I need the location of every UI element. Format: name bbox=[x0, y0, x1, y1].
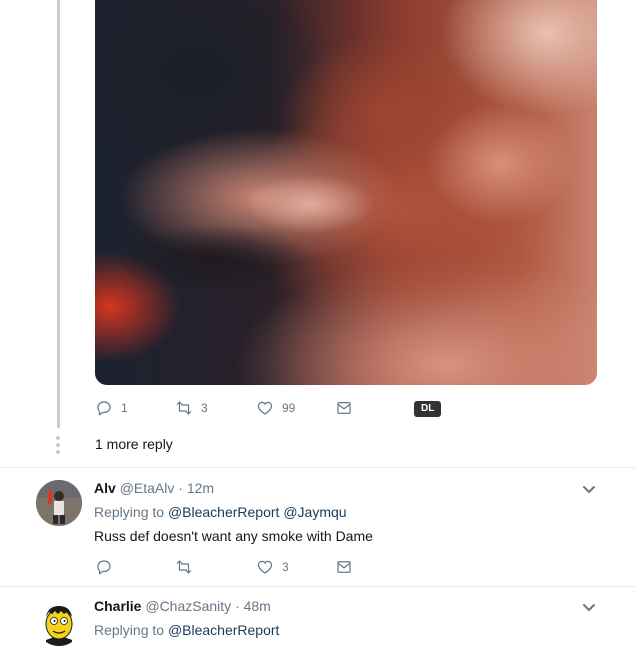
thread-dots[interactable] bbox=[56, 436, 61, 457]
divider bbox=[0, 467, 635, 468]
replying-to: Replying to @BleacherReport @Jaymqu bbox=[94, 504, 347, 520]
retweet-count: 3 bbox=[201, 401, 208, 415]
tweet-media-image[interactable] bbox=[95, 0, 597, 385]
more-options-button[interactable] bbox=[582, 600, 596, 614]
reply-author[interactable]: Alv @EtaAlv · 12m bbox=[94, 480, 214, 496]
mention-link[interactable]: @BleacherReport bbox=[168, 622, 280, 638]
more-replies-link[interactable]: 1 more reply bbox=[95, 436, 173, 452]
like-button[interactable]: 99 bbox=[256, 399, 295, 417]
user-handle[interactable]: @ChazSanity bbox=[145, 598, 231, 614]
replying-to: Replying to @BleacherReport bbox=[94, 622, 279, 638]
timestamp[interactable]: · 12m bbox=[178, 480, 214, 496]
retweet-icon bbox=[176, 401, 192, 415]
chevron-down-icon bbox=[583, 486, 595, 493]
direct-message-button[interactable] bbox=[335, 399, 353, 417]
reply-button[interactable] bbox=[95, 558, 113, 576]
retweet-button[interactable]: 3 bbox=[175, 399, 208, 417]
direct-message-button[interactable] bbox=[335, 558, 353, 576]
thread-line bbox=[57, 0, 60, 428]
replying-prefix: Replying to bbox=[94, 504, 165, 520]
divider bbox=[0, 586, 635, 587]
chevron-down-icon bbox=[583, 604, 595, 611]
reply-count: 1 bbox=[121, 401, 128, 415]
heart-icon bbox=[257, 560, 273, 574]
heart-icon bbox=[257, 401, 273, 415]
like-count: 3 bbox=[282, 560, 289, 574]
display-name[interactable]: Alv bbox=[94, 480, 116, 496]
reply-icon bbox=[97, 401, 111, 416]
replying-prefix: Replying to bbox=[94, 622, 165, 638]
like-button[interactable]: 3 bbox=[256, 558, 289, 576]
avatar[interactable] bbox=[36, 480, 82, 526]
retweet-button[interactable] bbox=[175, 558, 193, 576]
reply-author[interactable]: Charlie @ChazSanity · 48m bbox=[94, 598, 271, 614]
more-options-button[interactable] bbox=[582, 482, 596, 496]
timestamp[interactable]: · 48m bbox=[235, 598, 271, 614]
dl-button[interactable]: DL bbox=[414, 401, 442, 417]
user-handle[interactable]: @EtaAlv bbox=[120, 480, 175, 496]
avatar[interactable] bbox=[36, 600, 82, 646]
display-name[interactable]: Charlie bbox=[94, 598, 141, 614]
envelope-icon bbox=[337, 561, 351, 573]
envelope-icon bbox=[337, 402, 351, 414]
reply-icon bbox=[97, 560, 111, 575]
retweet-icon bbox=[176, 560, 192, 574]
tweet-text: Russ def doesn't want any smoke with Dam… bbox=[94, 528, 373, 544]
mention-link[interactable]: @BleacherReport @Jaymqu bbox=[168, 504, 347, 520]
reply-button[interactable]: 1 bbox=[95, 399, 128, 417]
like-count: 99 bbox=[282, 401, 296, 415]
